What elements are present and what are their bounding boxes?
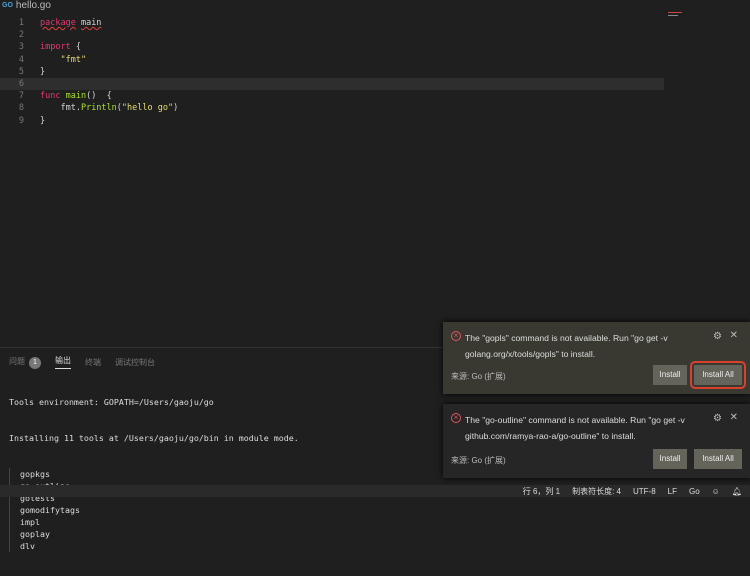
- install-button[interactable]: Install: [653, 365, 687, 385]
- notification-source: 来源: Go (扩展): [451, 372, 506, 381]
- code-line[interactable]: 8 fmt.Println("hello go"): [0, 102, 664, 114]
- cursor-position[interactable]: 行 6，列 1: [523, 486, 560, 497]
- code-line[interactable]: 9}: [0, 115, 664, 127]
- code-line[interactable]: 5}: [0, 66, 664, 78]
- gear-icon[interactable]: ⚙: [713, 413, 722, 424]
- line-number: 8: [18, 103, 24, 114]
- feedback-icon[interactable]: ☺: [712, 487, 720, 496]
- tab-size[interactable]: 制表符长度: 4: [572, 486, 621, 497]
- encoding[interactable]: UTF-8: [633, 487, 656, 496]
- code-line[interactable]: 7 func main() {: [0, 90, 664, 102]
- notification-source: 来源: Go (扩展): [451, 456, 506, 465]
- code-text: fmt.Println("hello go"): [40, 103, 179, 114]
- tab-title: hello.go: [15, 0, 51, 11]
- editor-tab-hello-go[interactable]: GO hello.go: [0, 0, 51, 11]
- gear-icon[interactable]: ⚙: [713, 331, 722, 342]
- error-icon: ×: [451, 413, 461, 423]
- output-line: Tools environment: GOPATH=/Users/gaoju/g…: [9, 397, 214, 407]
- notification-message: The "go-outline" command is not availabl…: [465, 415, 685, 441]
- output-log: Tools environment: GOPATH=/Users/gaoju/g…: [9, 372, 299, 576]
- line-number: 2: [18, 30, 24, 41]
- tab-problems[interactable]: 问题 1: [9, 356, 41, 369]
- notification-go-outline: × The "go-outline" command is not availa…: [443, 404, 750, 478]
- code-line[interactable]: 3 import {: [0, 41, 664, 53]
- line-number: 9: [18, 115, 24, 126]
- line-number: 6: [18, 79, 24, 89]
- minimap[interactable]: [668, 12, 682, 22]
- code-text: "fmt": [60, 54, 87, 65]
- code-text: func main() {: [40, 91, 112, 102]
- output-line: Installing 11 tools at /Users/gaoju/go/b…: [9, 433, 299, 443]
- code-line[interactable]: 2: [0, 29, 664, 41]
- close-icon[interactable]: ✕: [730, 330, 738, 341]
- output-line: gomodifytags: [20, 505, 80, 515]
- code-text: import {: [40, 42, 81, 53]
- tab-debug-console[interactable]: 调试控制台: [115, 357, 155, 368]
- install-all-button[interactable]: Install All: [694, 449, 742, 469]
- notification-gopls: × The "gopls" command is not available. …: [443, 322, 750, 394]
- notification-message: The "gopls" command is not available. Ru…: [465, 333, 668, 359]
- output-line: impl: [20, 517, 40, 527]
- line-number: 1: [18, 18, 24, 28]
- notifications-bell-icon[interactable]: 🔔︎: [732, 487, 742, 496]
- line-number: 7: [18, 91, 24, 102]
- code-text: }: [40, 66, 46, 77]
- code-line[interactable]: 4 "fmt": [0, 54, 664, 66]
- code-line[interactable]: 1 package main: [0, 17, 664, 29]
- install-all-button[interactable]: Install All: [690, 361, 746, 389]
- output-line: dlv: [20, 541, 35, 551]
- code-text: package main: [40, 18, 102, 28]
- eol[interactable]: LF: [668, 487, 677, 496]
- error-icon: ×: [451, 331, 461, 341]
- install-button[interactable]: Install: [653, 449, 687, 469]
- code-line[interactable]: 6: [0, 78, 664, 90]
- code-editor[interactable]: 1 package main 2 3 import {4 "fmt" 5} 6 7 func m…: [0, 11, 750, 347]
- line-number: 3: [18, 42, 24, 53]
- line-number: 4: [18, 54, 24, 65]
- tab-terminal[interactable]: 终端: [85, 357, 101, 368]
- status-bar: 行 6，列 1 制表符长度: 4 UTF-8 LF Go ☺ 🔔︎: [0, 485, 750, 497]
- output-line: gopkgs: [20, 469, 50, 479]
- line-number: 5: [18, 66, 24, 77]
- code-text: }: [40, 115, 46, 126]
- language-mode[interactable]: Go: [689, 487, 700, 496]
- problems-count-badge: 1: [29, 356, 41, 369]
- go-file-icon: GO: [2, 2, 13, 9]
- output-line: goplay: [20, 529, 50, 539]
- tab-output[interactable]: 输出: [55, 355, 71, 369]
- close-icon[interactable]: ✕: [730, 412, 738, 423]
